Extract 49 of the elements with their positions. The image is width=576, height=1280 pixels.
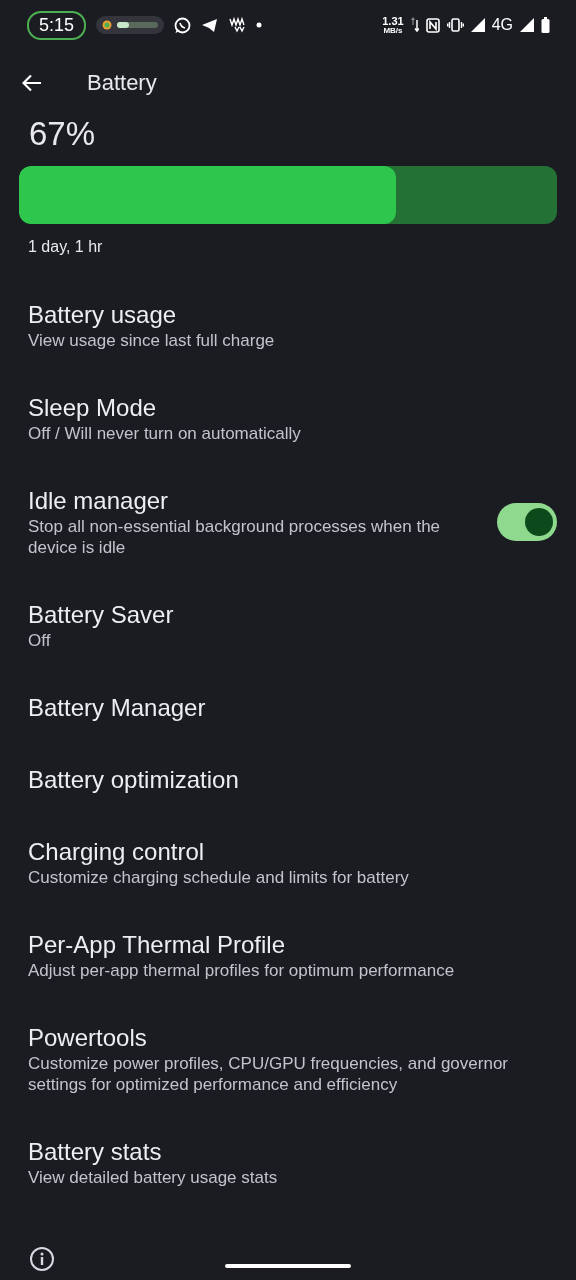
item-summary: Off: [28, 630, 52, 651]
clock: 5:15: [27, 10, 87, 40]
item-summary: View detailed battery usage stats: [28, 1167, 279, 1188]
battery-icon: [541, 17, 550, 33]
item-title: Battery stats: [28, 1137, 163, 1167]
item-title: Charging control: [28, 837, 206, 867]
nfc-icon: [425, 17, 440, 33]
item-title: Sleep Mode: [28, 393, 158, 423]
settings-item[interactable]: Powertools Customize power profiles, CPU/GPU frequencies, and governor settings for optimized performance and efficiency: [0, 1002, 576, 1116]
speed-value: 1.31: [382, 15, 404, 27]
vibrate-icon: [446, 18, 464, 32]
network-type: 4G: [491, 16, 513, 34]
battery-percentage: 67%: [28, 116, 97, 154]
back-arrow-icon: [22, 74, 42, 92]
item-summary: Stop all non-essential background processes when the device is idle: [28, 516, 442, 558]
app-icon: [102, 20, 113, 30]
settings-item[interactable]: Battery Manager: [0, 672, 576, 744]
item-title: Battery optimization: [28, 765, 240, 795]
chat-bubble-icon: [174, 16, 192, 34]
item-title: Idle manager: [28, 486, 170, 516]
wave-arrows-icon: [228, 17, 247, 33]
toggle-switch[interactable]: [497, 503, 557, 541]
settings-item[interactable]: Battery optimization: [0, 744, 576, 816]
battery-time-remaining: 1 day, 1 hr: [27, 238, 104, 257]
settings-item[interactable]: Charging control Customize charging schedule and limits for battery: [0, 816, 576, 909]
item-summary: Customize power profiles, CPU/GPU frequencies, and governor settings for optimized performance and efficiency: [28, 1053, 509, 1095]
item-summary: Customize charging schedule and limits for battery: [28, 867, 410, 888]
settings-item[interactable]: Battery Saver Off: [0, 579, 576, 672]
info-icon: [29, 1246, 55, 1272]
settings-item[interactable]: Battery usage View usage since last full charge: [0, 279, 576, 372]
item-title: Battery Saver: [28, 600, 175, 630]
signal-icon: [470, 18, 485, 32]
settings-item[interactable]: Sleep Mode Off / Will never turn on automatically: [0, 372, 576, 465]
item-summary: View usage since last full charge: [28, 330, 276, 351]
item-title: Powertools: [28, 1023, 148, 1053]
item-summary: Adjust per-app thermal profiles for optimum performance: [28, 960, 456, 981]
settings-item[interactable]: Per-App Thermal Profile Adjust per-app thermal profiles for optimum performance: [0, 909, 576, 1002]
data-arrows-icon: [410, 17, 419, 33]
item-title: Per-App Thermal Profile: [28, 930, 286, 960]
settings-item[interactable]: Battery stats View detailed battery usage stats: [0, 1116, 576, 1209]
dot-icon: [256, 22, 263, 28]
page-title: Battery: [87, 70, 157, 96]
signal-icon: [520, 18, 534, 32]
item-summary: Off / Will never turn on automatically: [28, 423, 302, 444]
paper-plane-icon: [201, 17, 219, 33]
item-title: Battery usage: [28, 300, 178, 330]
settings-item[interactable]: Idle manager Stop all non-essential background processes when the device is idle: [0, 465, 576, 579]
item-title: Battery Manager: [28, 693, 207, 723]
speed-unit: MB/s: [383, 26, 403, 35]
